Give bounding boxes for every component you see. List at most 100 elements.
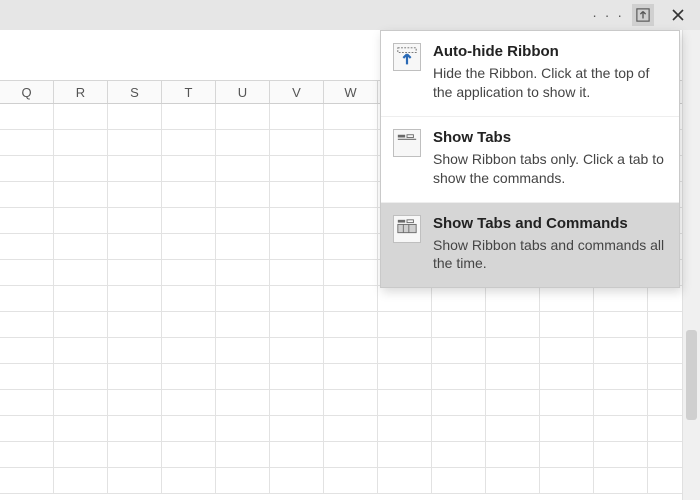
cell[interactable] bbox=[324, 338, 378, 364]
cell[interactable] bbox=[54, 208, 108, 234]
cell[interactable] bbox=[324, 442, 378, 468]
cell[interactable] bbox=[216, 208, 270, 234]
cell[interactable] bbox=[0, 442, 54, 468]
cell[interactable] bbox=[324, 234, 378, 260]
cell[interactable] bbox=[432, 286, 486, 312]
cell[interactable] bbox=[486, 338, 540, 364]
cell[interactable] bbox=[0, 338, 54, 364]
cell[interactable] bbox=[378, 390, 432, 416]
cell[interactable] bbox=[0, 156, 54, 182]
column-header[interactable]: U bbox=[216, 80, 270, 103]
cell[interactable] bbox=[108, 104, 162, 130]
cell[interactable] bbox=[270, 416, 324, 442]
cell[interactable] bbox=[108, 468, 162, 494]
cell[interactable] bbox=[54, 338, 108, 364]
cell[interactable] bbox=[162, 234, 216, 260]
cell[interactable] bbox=[216, 442, 270, 468]
cell[interactable] bbox=[0, 130, 54, 156]
cell[interactable] bbox=[0, 260, 54, 286]
cell[interactable] bbox=[108, 208, 162, 234]
cell[interactable] bbox=[108, 182, 162, 208]
vertical-scrollbar[interactable] bbox=[682, 30, 700, 500]
cell[interactable] bbox=[486, 390, 540, 416]
cell[interactable] bbox=[594, 286, 648, 312]
cell[interactable] bbox=[486, 416, 540, 442]
cell[interactable] bbox=[540, 442, 594, 468]
cell[interactable] bbox=[324, 416, 378, 442]
cell[interactable] bbox=[270, 312, 324, 338]
cell[interactable] bbox=[0, 364, 54, 390]
cell[interactable] bbox=[594, 442, 648, 468]
column-header[interactable]: S bbox=[108, 80, 162, 103]
menu-item-auto-hide-ribbon[interactable]: Auto-hide Ribbon Hide the Ribbon. Click … bbox=[381, 31, 679, 117]
cell[interactable] bbox=[540, 416, 594, 442]
cell[interactable] bbox=[270, 468, 324, 494]
cell[interactable] bbox=[270, 156, 324, 182]
cell[interactable] bbox=[540, 312, 594, 338]
cell[interactable] bbox=[324, 260, 378, 286]
menu-item-show-tabs-and-commands[interactable]: Show Tabs and Commands Show Ribbon tabs … bbox=[381, 203, 679, 288]
cell[interactable] bbox=[432, 338, 486, 364]
cell[interactable] bbox=[54, 182, 108, 208]
cell[interactable] bbox=[486, 364, 540, 390]
cell[interactable] bbox=[162, 338, 216, 364]
window-close-button[interactable] bbox=[662, 0, 694, 30]
cell[interactable] bbox=[162, 260, 216, 286]
cell[interactable] bbox=[270, 234, 324, 260]
cell[interactable] bbox=[270, 182, 324, 208]
cell[interactable] bbox=[54, 468, 108, 494]
cell[interactable] bbox=[54, 130, 108, 156]
cell[interactable] bbox=[432, 312, 486, 338]
cell[interactable] bbox=[162, 286, 216, 312]
cell[interactable] bbox=[216, 182, 270, 208]
cell[interactable] bbox=[432, 390, 486, 416]
cell[interactable] bbox=[0, 416, 54, 442]
cell[interactable] bbox=[324, 364, 378, 390]
cell[interactable] bbox=[432, 442, 486, 468]
cell[interactable] bbox=[0, 312, 54, 338]
cell[interactable] bbox=[162, 390, 216, 416]
cell[interactable] bbox=[54, 104, 108, 130]
cell[interactable] bbox=[270, 208, 324, 234]
cell[interactable] bbox=[432, 416, 486, 442]
cell[interactable] bbox=[594, 416, 648, 442]
cell[interactable] bbox=[486, 468, 540, 494]
cell[interactable] bbox=[108, 234, 162, 260]
cell[interactable] bbox=[486, 312, 540, 338]
cell[interactable] bbox=[216, 260, 270, 286]
cell[interactable] bbox=[270, 104, 324, 130]
cell[interactable] bbox=[0, 286, 54, 312]
cell[interactable] bbox=[540, 286, 594, 312]
cell[interactable] bbox=[270, 338, 324, 364]
cell[interactable] bbox=[216, 338, 270, 364]
column-header[interactable]: W bbox=[324, 80, 378, 103]
cell[interactable] bbox=[594, 312, 648, 338]
cell[interactable] bbox=[324, 130, 378, 156]
cell[interactable] bbox=[270, 286, 324, 312]
cell[interactable] bbox=[108, 260, 162, 286]
cell[interactable] bbox=[594, 468, 648, 494]
column-header[interactable]: V bbox=[270, 80, 324, 103]
cell[interactable] bbox=[324, 104, 378, 130]
cell[interactable] bbox=[324, 286, 378, 312]
cell[interactable] bbox=[324, 390, 378, 416]
cell[interactable] bbox=[108, 286, 162, 312]
cell[interactable] bbox=[0, 208, 54, 234]
cell[interactable] bbox=[540, 390, 594, 416]
cell[interactable] bbox=[594, 364, 648, 390]
cell[interactable] bbox=[324, 468, 378, 494]
cell[interactable] bbox=[378, 338, 432, 364]
cell[interactable] bbox=[432, 364, 486, 390]
cell[interactable] bbox=[54, 442, 108, 468]
cell[interactable] bbox=[378, 416, 432, 442]
cell[interactable] bbox=[108, 416, 162, 442]
cell[interactable] bbox=[0, 234, 54, 260]
cell[interactable] bbox=[216, 364, 270, 390]
cell[interactable] bbox=[270, 390, 324, 416]
cell[interactable] bbox=[108, 312, 162, 338]
cell[interactable] bbox=[162, 312, 216, 338]
cell[interactable] bbox=[162, 442, 216, 468]
column-header[interactable]: Q bbox=[0, 80, 54, 103]
cell[interactable] bbox=[54, 286, 108, 312]
cell[interactable] bbox=[162, 468, 216, 494]
